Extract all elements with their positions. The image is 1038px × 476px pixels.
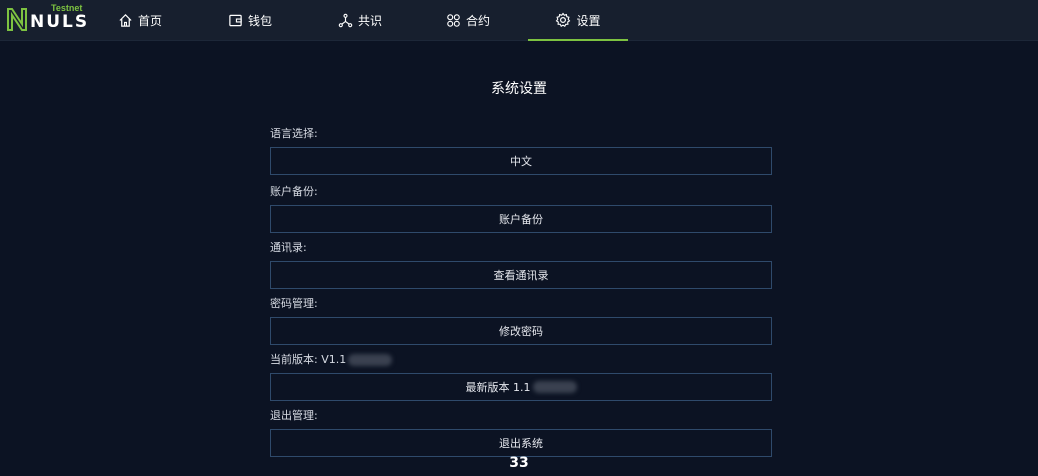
nav-item-label: 首页 [137, 13, 162, 28]
account-backup-button[interactable]: 账户备份 [270, 205, 772, 233]
contract-icon [447, 13, 460, 27]
language-select-value: 中文 [510, 155, 532, 168]
change-password-button[interactable]: 修改密码 [270, 317, 772, 345]
nav-item-settings[interactable]: 设置 [528, 0, 628, 41]
nav-item-home[interactable]: 首页 [112, 0, 168, 40]
account-backup-button-label: 账户备份 [499, 213, 543, 226]
logout-button[interactable]: 退出系统 [270, 429, 772, 457]
nav-item-contract[interactable]: 合约 [440, 0, 496, 40]
consensus-icon [338, 13, 353, 27]
nuls-logo[interactable]: Testnet NULS [6, 3, 90, 34]
current-version-text: 当前版本: V1.1 [270, 353, 347, 366]
password-label: 密码管理: [270, 297, 318, 310]
language-label: 语言选择: [270, 127, 318, 140]
current-version-label: 当前版本: V1.1 [270, 351, 393, 367]
nav-item-label: 钱包 [247, 13, 272, 28]
logout-button-label: 退出系统 [499, 437, 543, 450]
language-select[interactable]: 中文 [270, 147, 772, 175]
latest-version-button[interactable]: 最新版本 1.1 [270, 373, 772, 401]
nav-item-label: 设置 [576, 13, 601, 28]
contacts-label: 通讯录: [270, 241, 307, 254]
latest-version-text: 最新版本 1.1 [465, 381, 531, 394]
logout-label: 退出管理: [270, 409, 318, 422]
top-navigation-bar: Testnet NULS 首页 钱包 共识 合约 设置 [0, 0, 1038, 41]
home-icon [119, 13, 132, 27]
page-number: 33 [509, 455, 529, 471]
view-contacts-button-label: 查看通讯录 [493, 269, 549, 282]
wallet-icon [229, 14, 242, 26]
nav-item-label: 合约 [465, 13, 490, 28]
nav-item-consensus[interactable]: 共识 [332, 0, 388, 40]
gear-icon [556, 12, 571, 27]
nav-item-wallet[interactable]: 钱包 [222, 0, 278, 40]
backup-label: 账户备份: [270, 185, 318, 198]
brand-name: NULS [30, 12, 90, 32]
nuls-logo-icon [7, 8, 27, 31]
change-password-button-label: 修改密码 [499, 325, 543, 338]
redacted-version [348, 354, 393, 366]
nav-item-label: 共识 [357, 13, 382, 28]
view-contacts-button[interactable]: 查看通讯录 [270, 261, 772, 289]
redacted-version [532, 381, 577, 393]
page-title: 系统设置 [491, 81, 547, 97]
